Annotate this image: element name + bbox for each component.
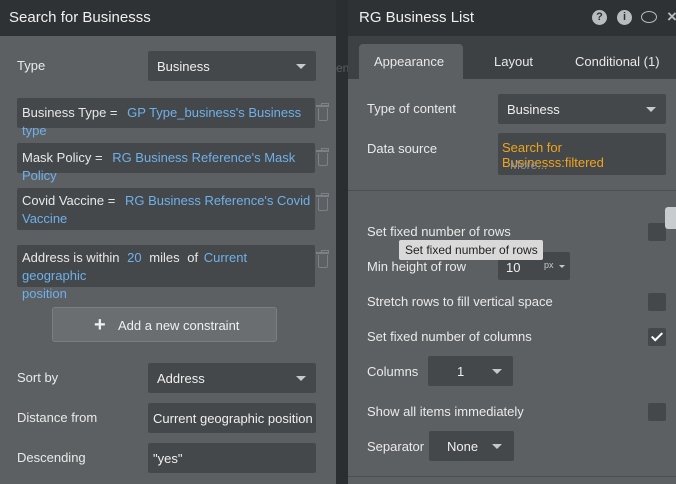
tab-conditional[interactable]: Conditional (1) [566,44,676,79]
trash-icon[interactable] [316,103,329,121]
fixed-columns-label: Set fixed number of columns [367,329,532,344]
constraint-key: Covid Vaccine = [22,193,116,208]
divider [348,476,676,477]
columns-value: 1 [457,364,465,379]
add-constraint-button[interactable]: + Add a new constraint [52,307,277,342]
trash-icon[interactable] [316,250,329,268]
fixed-columns-checkbox[interactable] [648,328,666,346]
sort-by-dropdown[interactable]: Address [148,363,316,393]
trash-icon[interactable] [316,193,329,211]
comment-icon[interactable] [641,11,657,23]
scroll-handle[interactable] [665,207,676,229]
sort-by-value: Address [157,371,205,386]
constraint-value[interactable]: RG Business Reference's Covid [125,193,310,208]
data-source-label: Data source [367,141,438,156]
chevron-down-icon [646,107,656,112]
plus-icon: + [94,314,106,336]
descending-field[interactable]: "yes" [148,443,316,473]
tooltip-text: Set fixed number of rows [405,243,538,257]
search-panel-title: Search for Businesss [9,9,151,26]
constraint-business-type[interactable]: Business Type = GP Type_business's Busin… [17,98,315,138]
show-all-label: Show all items immediately [367,404,524,419]
descending-value: "yes" [153,451,183,466]
distance-from-label: Distance from [17,410,98,425]
fixed-rows-checkbox[interactable] [648,223,666,241]
properties-panel-title: RG Business List [359,9,475,26]
constraint-address[interactable]: Address is within 20 miles of Current ge… [17,245,315,301]
distance-from-value: Current geographic position [153,411,313,426]
properties-tabs: Appearance Layout Conditional (1) [348,36,676,79]
data-source-more[interactable]: More... [510,158,547,172]
sort-by-label: Sort by [17,370,59,385]
add-constraint-label: Add a new constraint [118,318,240,333]
properties-panel-header: RG Business List ? i × [348,0,676,36]
descending-label: Descending [17,450,86,465]
tab-appearance[interactable]: Appearance [359,44,463,79]
columns-dropdown[interactable]: 1 [428,356,513,386]
constraint-unit: miles [149,250,180,265]
constraint-value-line2[interactable]: position [22,286,67,301]
stretch-rows-label: Stretch rows to fill vertical space [367,294,553,309]
min-height-unit[interactable]: px [544,260,554,270]
stretch-rows-checkbox[interactable] [648,293,666,311]
type-label: Type [17,58,46,73]
separator-label: Separator [367,439,425,454]
constraint-key: Address is within [22,250,120,265]
type-of-content-label: Type of content [367,101,456,116]
constraint-distance[interactable]: 20 [127,250,141,265]
search-panel-header: Search for Businesss [0,0,336,36]
help-icon[interactable]: ? [592,10,607,25]
distance-from-field[interactable]: Current geographic position [148,403,316,433]
type-of-content-dropdown[interactable]: Business [498,94,666,124]
divider [348,190,676,191]
show-all-checkbox[interactable] [648,403,666,421]
trash-icon[interactable] [316,148,329,166]
type-dropdown-value: Business [157,59,210,74]
chevron-down-icon [296,64,306,69]
constraint-value-line2[interactable]: Vaccine [22,211,67,226]
constraint-covid-vaccine[interactable]: Covid Vaccine = RG Business Reference's … [17,188,315,230]
canvas-gap: en [336,0,349,484]
fixed-rows-label: Set fixed number of rows [367,224,511,239]
checkmark-icon [650,329,664,342]
constraint-mask-policy[interactable]: Mask Policy = RG Business Reference's Ma… [17,143,315,183]
chevron-down-icon [296,376,306,381]
constraint-of: of [187,250,199,265]
chevron-down-icon [559,265,565,268]
type-of-content-value: Business [507,102,560,117]
constraint-key: Business Type = [22,105,118,120]
type-dropdown[interactable]: Business [148,51,316,81]
constraint-key: Mask Policy = [22,150,103,165]
separator-value: None [447,439,479,454]
columns-label: Columns [367,364,419,379]
tab-layout[interactable]: Layout [478,44,558,79]
close-icon[interactable]: × [667,7,676,27]
chevron-down-icon [492,444,502,449]
min-height-label: Min height of row [367,259,466,274]
min-height-value: 10 [506,260,521,275]
chevron-down-icon [492,369,502,374]
search-panel: Search for Businesss Type Business Busin… [0,0,336,484]
separator-dropdown[interactable]: None [429,431,514,461]
info-icon[interactable]: i [617,10,632,25]
tooltip: Set fixed number of rows [399,240,543,260]
data-source-field[interactable]: Search for Businesss:filtered More... [498,133,666,175]
